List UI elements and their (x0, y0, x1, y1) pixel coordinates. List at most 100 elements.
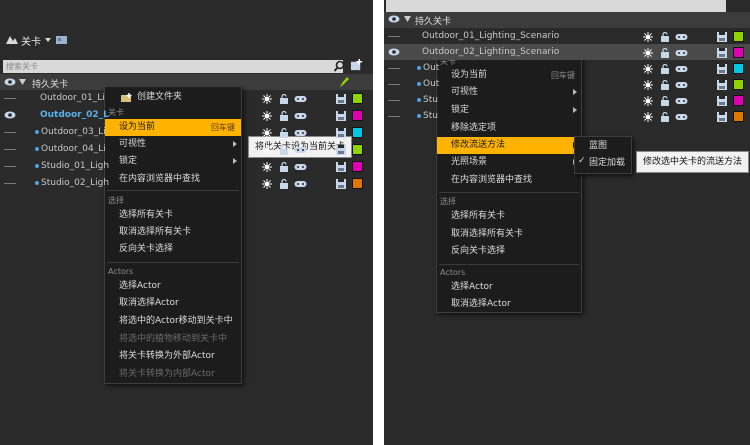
level-color-swatch[interactable] (352, 161, 363, 172)
lock-icon[interactable] (279, 179, 289, 189)
save-icon[interactable] (336, 128, 346, 138)
lock-icon[interactable] (660, 112, 670, 122)
visibility-hidden-icon[interactable] (388, 116, 400, 117)
lock-icon[interactable] (660, 64, 670, 74)
level-name[interactable]: Outdoor_02_Lighting_Scenario (422, 47, 559, 57)
lock-icon[interactable] (660, 32, 670, 42)
menu-lock[interactable]: 锁定 (437, 102, 581, 119)
level-color-swatch[interactable] (733, 95, 744, 106)
search-input[interactable]: 搜索关卡 (3, 60, 343, 73)
world-composition-icon[interactable] (55, 34, 69, 46)
save-icon[interactable] (717, 80, 727, 90)
gamepad-icon[interactable] (294, 145, 307, 155)
gamepad-icon[interactable] (675, 48, 688, 58)
menu-deselect-actor[interactable]: 取消选择Actor (119, 295, 179, 312)
level-color-swatch[interactable] (352, 144, 363, 155)
gamepad-icon[interactable] (294, 94, 307, 104)
level-name[interactable]: Out (417, 79, 439, 89)
menu-move-actors-to-level[interactable]: 将选中的Actor移动到关卡中 (119, 313, 233, 330)
level-name[interactable]: Outdoor_01_Lighting_Scenario (422, 31, 559, 41)
levels-tab-title[interactable]: 关卡 (21, 33, 41, 48)
visibility-eye-icon[interactable] (4, 111, 16, 119)
gamepad-icon[interactable] (675, 64, 688, 74)
expand-arrow-icon[interactable] (19, 79, 26, 85)
submenu-always-loaded[interactable]: 固定加载 (589, 155, 625, 172)
gamepad-icon[interactable] (675, 112, 688, 122)
lock-icon[interactable] (660, 48, 670, 58)
level-color-swatch[interactable] (733, 63, 744, 74)
save-icon[interactable] (717, 48, 727, 58)
chevron-down-icon[interactable] (45, 38, 51, 42)
lock-icon[interactable] (279, 128, 289, 138)
save-icon[interactable] (717, 32, 727, 42)
lock-icon[interactable] (660, 80, 670, 90)
visibility-hidden-icon[interactable] (4, 132, 16, 133)
gamepad-icon[interactable] (294, 128, 307, 138)
menu-deselect-all-levels[interactable]: 取消选择所有关卡 (451, 226, 523, 243)
level-color-swatch[interactable] (733, 111, 744, 122)
lock-icon[interactable] (660, 96, 670, 106)
level-name[interactable]: Stu (417, 95, 438, 105)
visibility-hidden-icon[interactable] (4, 183, 16, 184)
menu-deselect-all-levels[interactable]: 取消选择所有关卡 (119, 224, 191, 241)
gamepad-icon[interactable] (675, 32, 688, 42)
level-color-swatch[interactable] (352, 178, 363, 189)
gamepad-icon[interactable] (675, 96, 688, 106)
lighting-icon[interactable] (262, 94, 272, 104)
visibility-hidden-icon[interactable] (388, 68, 400, 69)
lighting-icon[interactable] (262, 128, 272, 138)
save-icon[interactable] (336, 111, 346, 121)
level-name[interactable]: Studio_02_Ligh (35, 178, 109, 188)
level-name[interactable]: Outdoor_04_Li (35, 144, 106, 154)
menu-select-actor[interactable]: 选择Actor (119, 278, 161, 295)
submenu-blueprint[interactable]: 蓝图 (589, 138, 607, 155)
menu-select-all-levels[interactable]: 选择所有关卡 (451, 208, 505, 225)
visibility-eye-icon[interactable] (388, 48, 400, 56)
menu-change-streaming-method[interactable]: 修改流送方法 (437, 137, 581, 154)
menu-visibility[interactable]: 可视性 (437, 84, 581, 101)
expand-arrow-icon[interactable] (404, 16, 411, 22)
level-color-swatch[interactable] (733, 31, 744, 42)
lock-icon[interactable] (279, 111, 289, 121)
save-icon[interactable] (336, 162, 346, 172)
visibility-hidden-icon[interactable] (4, 149, 16, 150)
save-icon[interactable] (336, 145, 346, 155)
level-color-swatch[interactable] (733, 47, 744, 58)
menu-select-all-levels[interactable]: 选择所有关卡 (119, 207, 173, 224)
visibility-hidden-icon[interactable] (4, 166, 16, 167)
level-name[interactable]: Outdoor_03_Li (35, 127, 106, 137)
level-color-swatch[interactable] (352, 93, 363, 104)
level-color-swatch[interactable] (352, 110, 363, 121)
menu-set-current[interactable]: 设为当前 回车键 (105, 119, 241, 136)
edit-pencil-icon[interactable] (339, 76, 349, 88)
menu-invert-selection[interactable]: 反向关卡选择 (451, 243, 505, 260)
lighting-icon[interactable] (643, 112, 653, 122)
level-name[interactable]: Out (417, 63, 439, 73)
gamepad-icon[interactable] (294, 179, 307, 189)
gamepad-icon[interactable] (675, 80, 688, 90)
menu-remove-selected[interactable]: 移除选定项 (451, 120, 496, 137)
save-icon[interactable] (717, 64, 727, 74)
visibility-hidden-icon[interactable] (388, 36, 400, 37)
search-icon[interactable] (333, 60, 346, 73)
level-name[interactable]: Outdoor_01_Li (40, 93, 105, 103)
level-name[interactable]: Studio_01_Ligh (35, 161, 109, 171)
visibility-hidden-icon[interactable] (388, 84, 400, 85)
lock-icon[interactable] (279, 162, 289, 172)
visibility-eye-icon[interactable] (4, 78, 16, 86)
visibility-eye-icon[interactable] (388, 15, 400, 23)
lighting-icon[interactable] (643, 80, 653, 90)
menu-find-in-browser[interactable]: 在内容浏览器中查找 (451, 172, 532, 189)
level-name[interactable]: Stu (417, 111, 438, 121)
visibility-hidden-icon[interactable] (4, 98, 16, 99)
menu-create-folder[interactable]: 创建文件夹 (137, 89, 241, 106)
lighting-icon[interactable] (643, 96, 653, 106)
lighting-icon[interactable] (643, 32, 653, 42)
lighting-icon[interactable] (262, 145, 272, 155)
menu-lighting-scenario[interactable]: 光照场景 (437, 154, 581, 171)
save-icon[interactable] (717, 112, 727, 122)
lock-icon[interactable] (279, 94, 289, 104)
lock-icon[interactable] (279, 145, 289, 155)
menu-select-actor[interactable]: 选择Actor (451, 279, 493, 296)
level-name[interactable]: Outdoor_02_L (40, 110, 109, 120)
